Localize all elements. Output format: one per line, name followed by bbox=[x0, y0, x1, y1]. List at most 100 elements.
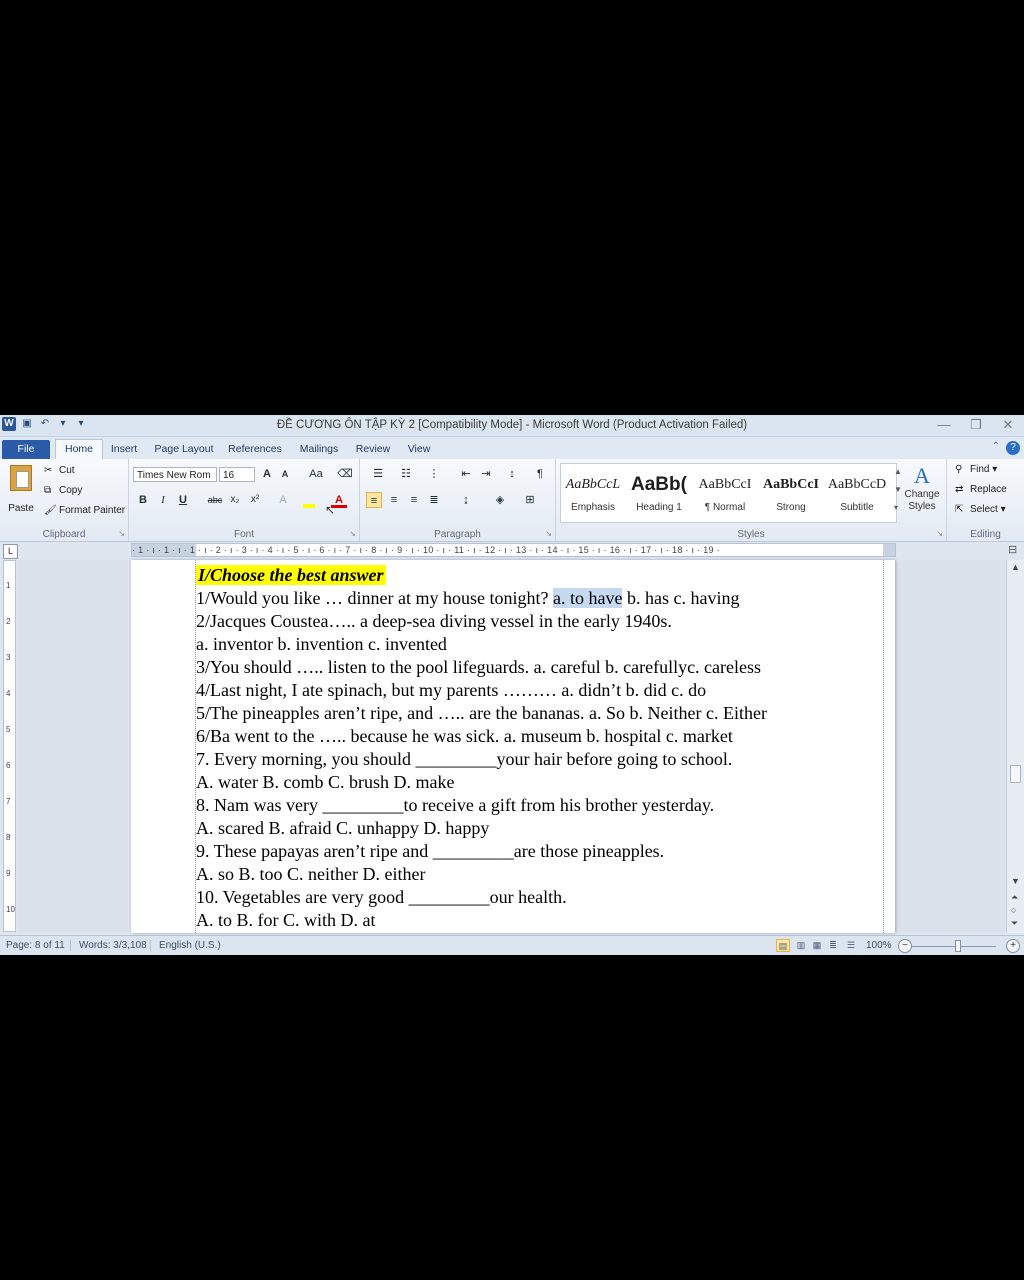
format-painter-button[interactable]: 🖌 Format Painter bbox=[44, 505, 125, 516]
select-button[interactable]: ⇱ Select ▾ bbox=[955, 504, 1006, 515]
tab-file[interactable]: File bbox=[2, 440, 50, 459]
change-styles-button[interactable]: A Change Styles bbox=[902, 463, 942, 513]
next-page-icon[interactable]: ⏷ bbox=[1011, 918, 1018, 929]
clipboard-group-label: Clipboard bbox=[42, 529, 86, 540]
style-normal[interactable]: AaBbCcI ¶ Normal bbox=[693, 472, 757, 522]
strikethrough-button[interactable]: abc bbox=[205, 492, 225, 508]
web-layout-icon[interactable]: ▦ bbox=[810, 939, 824, 952]
restore-button[interactable]: ❐ bbox=[966, 416, 986, 434]
tab-page-layout[interactable]: Page Layout bbox=[152, 440, 216, 459]
grow-font-button[interactable]: A bbox=[259, 466, 275, 482]
help-icon[interactable]: ? bbox=[1006, 441, 1020, 455]
outline-icon[interactable]: ≣ bbox=[826, 939, 840, 952]
font-name-combo[interactable]: Times New Rom bbox=[133, 467, 217, 482]
find-button[interactable]: ⚲ Find ▾ bbox=[955, 464, 997, 475]
view-ruler-icon[interactable]: ⊟ bbox=[1008, 543, 1017, 556]
tab-insert[interactable]: Insert bbox=[106, 440, 142, 459]
doc-line: 5/The pineapples aren’t ripe, and ….. ar… bbox=[196, 703, 767, 723]
cut-button[interactable]: ✂ Cut bbox=[44, 465, 75, 476]
styles-scroll-up-icon[interactable]: ▲ bbox=[894, 467, 902, 476]
justify-icon[interactable]: ≣ bbox=[426, 492, 442, 508]
numbering-icon[interactable]: ☷ bbox=[396, 466, 416, 482]
change-case-button[interactable]: Aa bbox=[305, 466, 327, 482]
right-margin-line bbox=[883, 560, 884, 933]
vertical-scrollbar[interactable]: ▲ ▼ ⏶ ○ ⏷ bbox=[1006, 560, 1024, 933]
bold-button[interactable]: B bbox=[135, 492, 151, 508]
word-count[interactable]: Words: 3/3,108 bbox=[70, 940, 147, 951]
tab-home[interactable]: Home bbox=[55, 439, 103, 460]
align-center-icon[interactable]: ≡ bbox=[386, 492, 402, 508]
subscript-button[interactable]: x₂ bbox=[227, 492, 243, 508]
paragraph-group-label: Paragraph bbox=[434, 529, 481, 540]
align-left-icon[interactable]: ≡ bbox=[366, 492, 382, 508]
browse-object-icon[interactable]: ○ bbox=[1011, 905, 1016, 915]
shading-icon[interactable]: ◈ bbox=[490, 492, 510, 508]
superscript-button[interactable]: x² bbox=[247, 492, 263, 508]
style-heading-1[interactable]: AaBb( Heading 1 bbox=[627, 472, 691, 522]
clear-formatting-icon[interactable]: ⌫ bbox=[337, 466, 353, 482]
align-right-icon[interactable]: ≡ bbox=[406, 492, 422, 508]
zoom-in-button[interactable]: + bbox=[1006, 939, 1020, 953]
increase-indent-icon[interactable]: ⇥ bbox=[478, 466, 494, 482]
minimize-ribbon-icon[interactable]: ⌃ bbox=[992, 441, 1000, 452]
tab-review[interactable]: Review bbox=[352, 440, 394, 459]
font-launcher-icon[interactable]: ↘ bbox=[349, 529, 356, 538]
zoom-slider-thumb[interactable] bbox=[955, 940, 961, 952]
font-size-combo[interactable]: 16 bbox=[219, 467, 255, 482]
format-painter-label: Format Painter bbox=[59, 505, 126, 517]
sort-icon[interactable]: ↕ bbox=[504, 466, 520, 482]
zoom-out-button[interactable]: − bbox=[898, 939, 912, 953]
style-subtitle[interactable]: AaBbCcD Subtitle bbox=[825, 472, 889, 522]
highlight-color-icon[interactable] bbox=[301, 492, 317, 508]
language-indicator[interactable]: English (U.S.) bbox=[150, 940, 221, 951]
style-emphasis[interactable]: AaBbCcL Emphasis bbox=[561, 472, 625, 522]
full-screen-reading-icon[interactable]: ▥ bbox=[794, 939, 808, 952]
borders-icon[interactable]: ⊞ bbox=[520, 492, 540, 508]
mouse-cursor-icon: ↖ bbox=[325, 503, 336, 517]
tab-selector[interactable]: L bbox=[3, 544, 18, 559]
italic-button[interactable]: I bbox=[155, 492, 171, 508]
tab-references[interactable]: References bbox=[226, 440, 284, 459]
text-effects-icon[interactable]: A bbox=[275, 492, 291, 508]
tab-mailings[interactable]: Mailings bbox=[294, 440, 344, 459]
zoom-slider[interactable] bbox=[912, 946, 996, 947]
minimize-button[interactable]: — bbox=[934, 416, 954, 434]
document-page[interactable]: I/Choose the best answer 1/Would you lik… bbox=[131, 560, 895, 933]
status-bar: Page: 8 of 11 Words: 3/3,108 English (U.… bbox=[0, 935, 1024, 955]
binoculars-icon: ⚲ bbox=[955, 464, 963, 475]
select-label: Select bbox=[970, 504, 998, 516]
print-layout-icon[interactable]: ▤ bbox=[776, 939, 790, 952]
styles-more-icon[interactable]: ▾ bbox=[894, 503, 898, 512]
shrink-font-button[interactable]: A bbox=[277, 466, 293, 482]
doc-line: 10. Vegetables are very good _________ou… bbox=[196, 887, 567, 907]
draft-icon[interactable]: ☰ bbox=[844, 939, 858, 952]
scroll-down-icon[interactable]: ▼ bbox=[1011, 876, 1020, 886]
vertical-ruler[interactable]: 123 456 789 10 bbox=[3, 560, 16, 932]
style-sample: AaBbCcI bbox=[698, 477, 752, 492]
copy-icon: ⧉ bbox=[44, 485, 52, 496]
copy-button[interactable]: ⧉ Copy bbox=[44, 485, 82, 496]
underline-button[interactable]: U bbox=[175, 492, 191, 508]
multilevel-list-icon[interactable]: ⋮ bbox=[424, 466, 444, 482]
tab-view[interactable]: View bbox=[402, 440, 436, 459]
styles-scroll-down-icon[interactable]: ▼ bbox=[894, 485, 902, 494]
horizontal-ruler[interactable]: · 1 · ı · 1 · ı · 1 · ı · 2 · ı · 3 · ı … bbox=[131, 543, 896, 557]
style-strong[interactable]: AaBbCcI Strong bbox=[759, 472, 823, 522]
scroll-thumb[interactable] bbox=[1010, 765, 1021, 783]
decrease-indent-icon[interactable]: ⇤ bbox=[458, 466, 474, 482]
paste-button[interactable]: Paste bbox=[8, 465, 34, 514]
previous-page-icon[interactable]: ⏶ bbox=[1011, 892, 1018, 903]
copy-label: Copy bbox=[59, 485, 83, 497]
zoom-level[interactable]: 100% bbox=[866, 940, 892, 951]
replace-button[interactable]: ⇄ Replace bbox=[955, 484, 1007, 495]
scroll-up-icon[interactable]: ▲ bbox=[1011, 562, 1020, 572]
close-button[interactable]: ✕ bbox=[998, 416, 1018, 434]
page-count[interactable]: Page: 8 of 11 bbox=[6, 940, 65, 951]
ruler-ticks: · 1 · ı · 1 · ı · 1 · ı · 2 · ı · 3 · ı … bbox=[132, 545, 720, 555]
show-marks-button[interactable]: ¶ bbox=[532, 466, 548, 482]
clipboard-launcher-icon[interactable]: ↘ bbox=[118, 529, 125, 538]
bullets-icon[interactable]: ☰ bbox=[368, 466, 388, 482]
styles-launcher-icon[interactable]: ↘ bbox=[936, 529, 943, 538]
line-spacing-icon[interactable]: ↨ bbox=[456, 492, 476, 508]
paragraph-launcher-icon[interactable]: ↘ bbox=[545, 529, 552, 538]
